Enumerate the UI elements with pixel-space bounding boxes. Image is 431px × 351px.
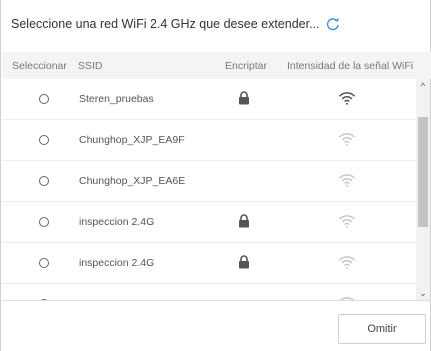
wifi-signal-icon (338, 92, 356, 105)
lock-icon (239, 214, 249, 228)
network-row[interactable]: inspeccion 2.4G (2, 243, 416, 284)
network-row[interactable]: Steren_pruebas (2, 79, 416, 120)
network-ssid: inspeccion 2.4G (79, 216, 155, 228)
table-header: Seleccionar SSID Encriptar Intensidad de… (2, 52, 431, 79)
scrollbar[interactable]: ^ ⌄ (416, 79, 430, 300)
network-radio[interactable] (39, 135, 49, 145)
network-row[interactable]: Chunghop_XJP_EA9F (2, 120, 416, 161)
wifi-signal-icon (338, 256, 356, 269)
scroll-up-arrow-icon[interactable]: ^ (416, 79, 430, 93)
network-ssid: Chunghop_XJP_EA9F (79, 134, 185, 146)
dialog-header: Seleccione una red WiFi 2.4 GHz que dese… (11, 14, 340, 34)
column-header-signal: Intensidad de la señal WiFi (287, 60, 414, 72)
network-radio[interactable] (39, 258, 49, 268)
network-ssid: Steren_pruebas (79, 93, 154, 105)
network-row[interactable]: Chunghop_XJP_EA6E (2, 161, 416, 202)
column-header-select: Seleccionar (12, 60, 67, 72)
column-header-ssid: SSID (78, 60, 103, 72)
footer-divider (2, 300, 431, 301)
refresh-icon[interactable] (326, 17, 340, 31)
network-ssid: Chunghop_XJP_EA6E (79, 175, 186, 187)
network-list: Steren_pruebas Chunghop_XJP_EA9F Chunghop_… (2, 79, 416, 300)
network-radio[interactable] (39, 94, 49, 104)
omit-button[interactable]: Omitir (338, 314, 426, 344)
network-row-partial[interactable] (2, 284, 416, 300)
wifi-select-dialog: Seleccione una red WiFi 2.4 GHz que dese… (0, 0, 431, 351)
dialog-title: Seleccione una red WiFi 2.4 GHz que dese… (11, 17, 320, 31)
wifi-signal-icon (338, 174, 356, 187)
network-radio[interactable] (39, 176, 49, 186)
network-ssid: inspeccion 2.4G (79, 257, 155, 269)
scroll-thumb[interactable] (418, 117, 428, 227)
column-header-encrypt: Encriptar (225, 60, 268, 72)
network-row[interactable]: inspeccion 2.4G (2, 202, 416, 243)
lock-icon (239, 255, 249, 269)
scroll-down-arrow-icon[interactable]: ⌄ (416, 286, 430, 300)
lock-icon (239, 91, 249, 105)
network-radio[interactable] (39, 217, 49, 227)
wifi-signal-icon (338, 133, 356, 146)
wifi-signal-icon (338, 215, 356, 228)
